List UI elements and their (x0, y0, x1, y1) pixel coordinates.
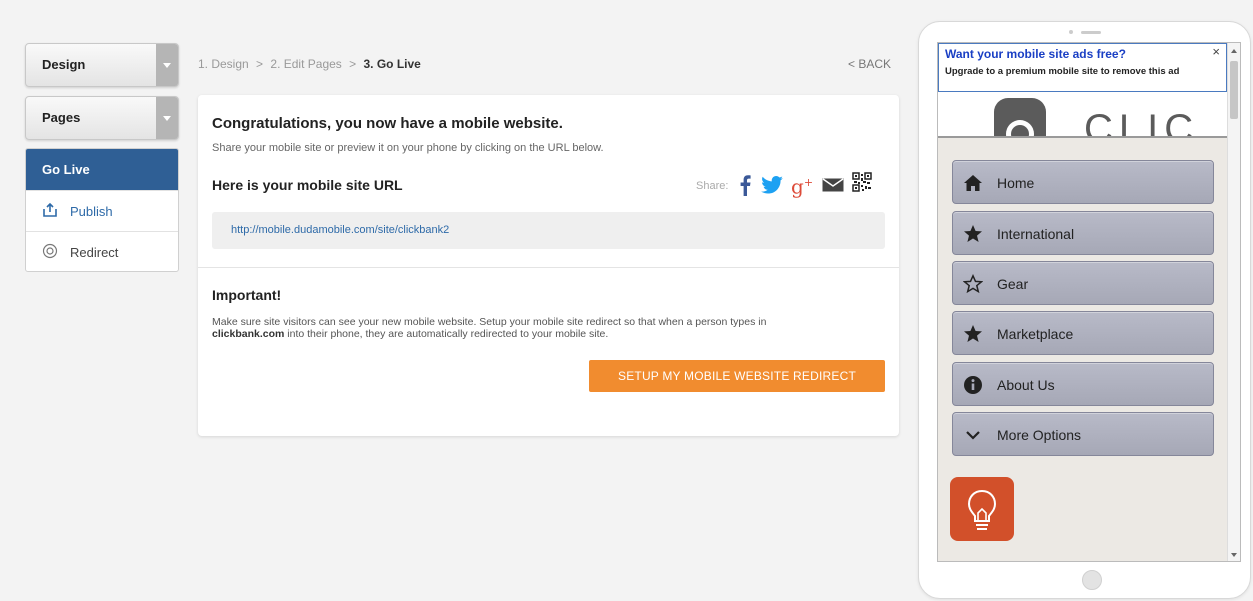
mobile-site-url-link[interactable]: http://mobile.dudamobile.com/site/clickb… (231, 224, 449, 236)
lightbulb-icon[interactable] (950, 477, 1014, 541)
publish-icon (42, 202, 58, 218)
breadcrumb: 1. Design > 2. Edit Pages > 3. Go Live (198, 57, 425, 71)
important-domain: clickbank.com (212, 328, 285, 340)
congrats-subtitle: Share your mobile site or preview it on … (212, 142, 604, 154)
sidebar-item-redirect[interactable]: Redirect (26, 231, 178, 272)
url-heading: Here is your mobile site URL (212, 177, 403, 193)
nav-label-home: Home (997, 175, 1035, 191)
mobile-site-url-box: http://mobile.dudamobile.com/site/clickb… (212, 212, 885, 249)
nav-item-about-us[interactable]: About Us (952, 362, 1214, 406)
go-live-panel: Go Live Publish Redirect (25, 148, 179, 272)
ad-title[interactable]: Want your mobile site ads free? (945, 47, 1126, 61)
nav-item-more-options[interactable]: More Options (952, 412, 1214, 456)
phone-home-button (1082, 570, 1102, 590)
nav-label-gear: Gear (997, 276, 1029, 292)
chevron-down-icon (963, 425, 983, 445)
close-icon[interactable]: × (1212, 44, 1220, 59)
chevron-down-icon[interactable] (156, 44, 178, 86)
google-plus-icon[interactable]: g+ (791, 172, 813, 198)
star-filled-icon (963, 324, 983, 344)
important-text-part1: Make sure site visitors can see your new… (212, 316, 767, 328)
scroll-thumb[interactable] (1230, 61, 1238, 119)
phone-screen: Want your mobile site ads free? Upgrade … (937, 42, 1241, 562)
setup-redirect-button[interactable]: SETUP MY MOBILE WEBSITE REDIRECT (589, 360, 885, 392)
share-label: Share: (696, 180, 729, 192)
breadcrumb-separator: > (349, 57, 357, 71)
pages-menu-button[interactable]: Pages (25, 96, 179, 140)
phone-preview: Want your mobile site ads free? Upgrade … (918, 21, 1251, 599)
pages-label: Pages (42, 110, 81, 125)
nav-label-international: International (997, 226, 1075, 242)
phone-camera (1069, 30, 1073, 34)
star-filled-icon (963, 224, 983, 244)
site-logo-text: CLIC (1084, 107, 1200, 138)
nav-label-more-options: More Options (997, 427, 1082, 443)
nav-item-marketplace[interactable]: Marketplace (952, 311, 1214, 355)
back-link[interactable]: < BACK (848, 57, 891, 71)
ad-banner[interactable]: Want your mobile site ads free? Upgrade … (938, 43, 1237, 92)
phone-speaker (1081, 31, 1101, 34)
twitter-icon[interactable] (761, 176, 783, 199)
breadcrumb-separator: > (256, 57, 264, 71)
scroll-down-icon[interactable] (1231, 553, 1237, 557)
share-bar: Share: g+ (696, 172, 886, 198)
important-heading: Important! (212, 287, 282, 303)
nav-label-marketplace: Marketplace (997, 326, 1074, 342)
facebook-icon[interactable] (738, 174, 752, 201)
important-text-part2: into their phone, they are automatically… (287, 328, 609, 340)
breadcrumb-step-edit-pages[interactable]: 2. Edit Pages (270, 57, 341, 71)
go-live-header[interactable]: Go Live (26, 149, 178, 190)
publish-label: Publish (70, 204, 113, 219)
star-outline-icon (962, 273, 984, 294)
sidebar-item-publish[interactable]: Publish (26, 190, 178, 231)
important-text: Make sure site visitors can see your new… (212, 316, 892, 340)
breadcrumb-step-design[interactable]: 1. Design (198, 57, 249, 71)
redirect-label: Redirect (70, 245, 119, 260)
qr-code-icon[interactable] (852, 172, 872, 197)
nav-item-international[interactable]: International (952, 211, 1214, 255)
nav-item-home[interactable]: Home (952, 160, 1214, 204)
chevron-down-icon[interactable] (156, 97, 178, 139)
phone-scrollbar[interactable] (1227, 43, 1240, 561)
design-menu-button[interactable]: Design (25, 43, 179, 87)
scroll-up-icon[interactable] (1231, 49, 1237, 53)
email-icon[interactable] (822, 178, 844, 197)
redirect-icon (42, 243, 58, 259)
home-icon (963, 173, 983, 193)
nav-item-gear[interactable]: Gear (952, 261, 1214, 305)
site-logo: CLIC (938, 92, 1227, 138)
congrats-heading: Congratulations, you now have a mobile w… (212, 115, 563, 132)
info-icon (963, 375, 983, 395)
ad-text: Upgrade to a premium mobile site to remo… (945, 66, 1180, 77)
nav-label-about-us: About Us (997, 377, 1055, 393)
breadcrumb-step-go-live: 3. Go Live (363, 57, 421, 71)
go-live-card: Congratulations, you now have a mobile w… (198, 95, 899, 436)
divider (198, 267, 899, 268)
design-label: Design (42, 57, 86, 72)
